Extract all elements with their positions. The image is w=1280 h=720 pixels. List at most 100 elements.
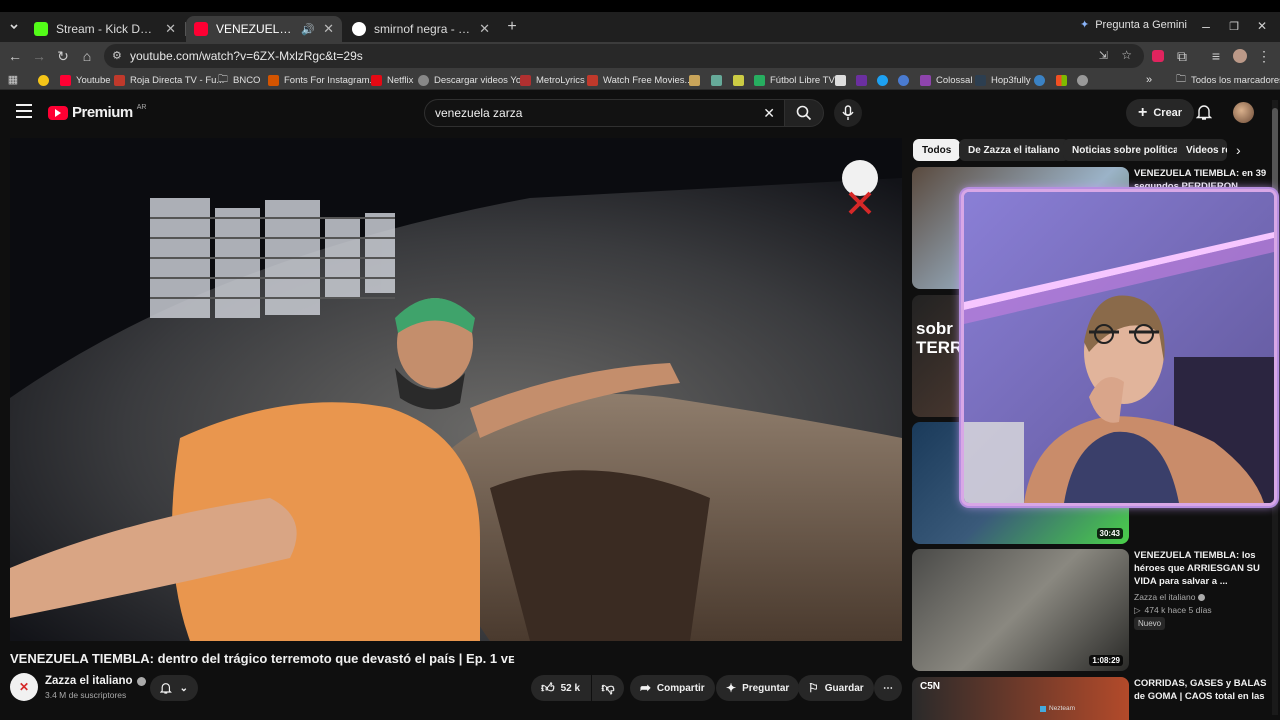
bookmark-item[interactable]: Watch Free Movies...: [587, 72, 692, 88]
subscribe-notification-button[interactable]: ⌄: [150, 675, 198, 701]
window-top-edge: [0, 0, 1280, 12]
close-tab-icon[interactable]: ✕: [323, 21, 334, 37]
bookmark-item[interactable]: Descargar videos Yo...: [418, 72, 529, 88]
verified-icon: [136, 676, 146, 686]
tab-search-icon[interactable]: [4, 17, 24, 37]
search-button[interactable]: [784, 99, 824, 127]
notifications-bell-icon[interactable]: [1195, 103, 1213, 125]
tab-kick[interactable]: Stream - Kick Dashboard ✕: [26, 16, 184, 42]
site-icon: [520, 74, 531, 86]
gemini-button[interactable]: ✦ Pregunta a Gemini: [1080, 18, 1187, 32]
close-tab-icon[interactable]: ✕: [165, 21, 176, 37]
site-info-icon[interactable]: ⚙: [112, 49, 122, 62]
youtube-logo[interactable]: Premium AR: [48, 104, 146, 121]
speaker-icon[interactable]: 🔊: [301, 23, 315, 36]
bookmark-item[interactable]: Fútbol Libre TV: [754, 72, 835, 88]
channel-avatar[interactable]: ✕: [10, 673, 38, 701]
create-button[interactable]: + Crear: [1126, 99, 1195, 127]
bookmark-item[interactable]: Colossal: [920, 72, 972, 88]
profile-avatar-icon[interactable]: [1230, 46, 1250, 66]
ask-button[interactable]: ✦ Preguntar: [716, 675, 800, 701]
extensions-icon[interactable]: ⧉: [1172, 46, 1192, 66]
video-title: VENEZUELA TIEMBLA: dentro del trágico te…: [10, 651, 515, 666]
dislike-button[interactable]: 👎︎: [592, 675, 624, 701]
chip-politics[interactable]: Noticias sobre política: [1063, 139, 1188, 161]
account-avatar[interactable]: [1233, 102, 1254, 123]
apps-grid-icon[interactable]: ▦: [6, 70, 20, 88]
video-player[interactable]: [10, 138, 902, 641]
like-button[interactable]: 👍︎ 52 k: [531, 675, 591, 701]
sparkle-icon: ✦: [726, 681, 737, 695]
tab-title: smirnof negra - Buscar con Goo: [374, 22, 471, 36]
close-window-icon[interactable]: ✕: [1252, 16, 1272, 36]
media-icon[interactable]: ≡: [1206, 46, 1226, 66]
new-badge: Nuevo: [1134, 617, 1166, 630]
bookmark-icon-only[interactable]: [877, 72, 888, 88]
tab-google[interactable]: smirnof negra - Buscar con Goo ✕: [344, 16, 498, 42]
bookmark-item[interactable]: Hop3fully: [975, 72, 1031, 88]
related-thumbnail[interactable]: 1:08:29: [912, 549, 1129, 671]
home-icon[interactable]: ⌂: [77, 46, 97, 66]
related-thumbnail[interactable]: C5N: [912, 677, 1129, 720]
bookmark-icon-only[interactable]: [856, 72, 867, 88]
more-actions-button[interactable]: ⋯: [874, 675, 902, 701]
clear-search-icon[interactable]: ✕: [763, 105, 775, 122]
share-button[interactable]: ➦ Compartir: [630, 675, 715, 701]
extension-red-icon[interactable]: [1148, 46, 1168, 66]
bookmark-item[interactable]: MetroLyrics: [520, 72, 585, 88]
all-bookmarks-folder[interactable]: 🗀 Todos los marcadores: [1176, 72, 1280, 88]
tab-youtube[interactable]: VENEZUELA TIEMBLA: dent 🔊 ✕: [186, 16, 342, 42]
more-bookmarks-icon[interactable]: »: [1146, 72, 1152, 88]
address-bar[interactable]: ⚙ youtube.com/watch?v=6ZX-MxlzRgc&t=29s …: [104, 44, 1144, 68]
back-icon[interactable]: ←: [5, 46, 25, 66]
restore-icon[interactable]: ❐: [1224, 16, 1244, 36]
microphone-icon: [842, 105, 854, 120]
bookmark-item[interactable]: [38, 72, 49, 88]
bookmark-icon-only[interactable]: [898, 72, 909, 88]
install-icon[interactable]: ⇲: [1099, 49, 1108, 62]
chip-all[interactable]: Todos: [913, 139, 961, 161]
video-frame: [10, 138, 902, 641]
related-meta: ▷ 474 k hace 5 días: [1134, 605, 1212, 615]
bookmark-icon-only[interactable]: [835, 72, 846, 88]
search-input[interactable]: venezuela zarza ✕: [424, 99, 786, 127]
related-channel[interactable]: Zazza el italiano: [1134, 592, 1206, 602]
bookmark-item[interactable]: Roja Directa TV - Fu...: [114, 72, 224, 88]
bookmark-icon-only[interactable]: [733, 72, 744, 88]
related-title[interactable]: CORRIDAS, GASES y BALAS de GOMA | CAOS t…: [1134, 677, 1274, 720]
new-tab-button[interactable]: +: [502, 17, 522, 37]
voice-search-button[interactable]: [834, 99, 862, 127]
bookmark-folder[interactable]: 🗀 BNCO: [218, 72, 260, 88]
thumbs-up-icon: 👍︎: [541, 680, 555, 695]
bookmark-icon-only[interactable]: [1034, 72, 1045, 88]
reload-icon[interactable]: ↻: [53, 46, 73, 66]
related-title[interactable]: VENEZUELA TIEMBLA: los héroes que ARRIES…: [1134, 549, 1274, 588]
browser-toolbar: ← → ↻ ⌂ ⚙ youtube.com/watch?v=6ZX-MxlzRg…: [0, 42, 1280, 70]
chip-channel[interactable]: De Zazza el italiano: [959, 139, 1069, 161]
chips-next-icon[interactable]: ›: [1236, 142, 1241, 158]
bookmark-item[interactable]: Fonts For Instagram...: [268, 72, 377, 88]
chip-videos[interactable]: Videos re: [1177, 139, 1227, 161]
bookmark-item[interactable]: Netflix: [371, 72, 413, 88]
bookmark-icon-only[interactable]: [689, 72, 700, 88]
bookmark-star-icon[interactable]: ☆: [1121, 48, 1132, 62]
bookmark-icon-only[interactable]: [711, 72, 722, 88]
tab-strip: Stream - Kick Dashboard ✕ VENEZUELA TIEM…: [0, 12, 1280, 42]
save-button[interactable]: ⚐ Guardar: [798, 675, 874, 701]
site-icon: [268, 74, 279, 86]
folder-icon: 🗀: [1176, 73, 1186, 85]
bookmark-icon-only[interactable]: [1077, 72, 1088, 88]
bookmark-icon-only[interactable]: [1056, 72, 1067, 88]
kick-icon: [34, 22, 48, 36]
minimize-icon[interactable]: –: [1196, 16, 1216, 36]
channel-name: Zazza el italiano: [45, 675, 133, 687]
close-tab-icon[interactable]: ✕: [479, 21, 490, 37]
youtube-icon: [60, 74, 71, 86]
menu-hamburger-icon[interactable]: [16, 104, 32, 118]
menu-dots-icon[interactable]: ⋮: [1254, 46, 1274, 66]
google-icon: [352, 22, 366, 36]
channel-name-row[interactable]: Zazza el italiano: [45, 675, 146, 687]
youtube-icon: [194, 22, 208, 36]
forward-icon[interactable]: →: [29, 46, 49, 66]
bookmark-item[interactable]: Youtube: [60, 72, 111, 88]
